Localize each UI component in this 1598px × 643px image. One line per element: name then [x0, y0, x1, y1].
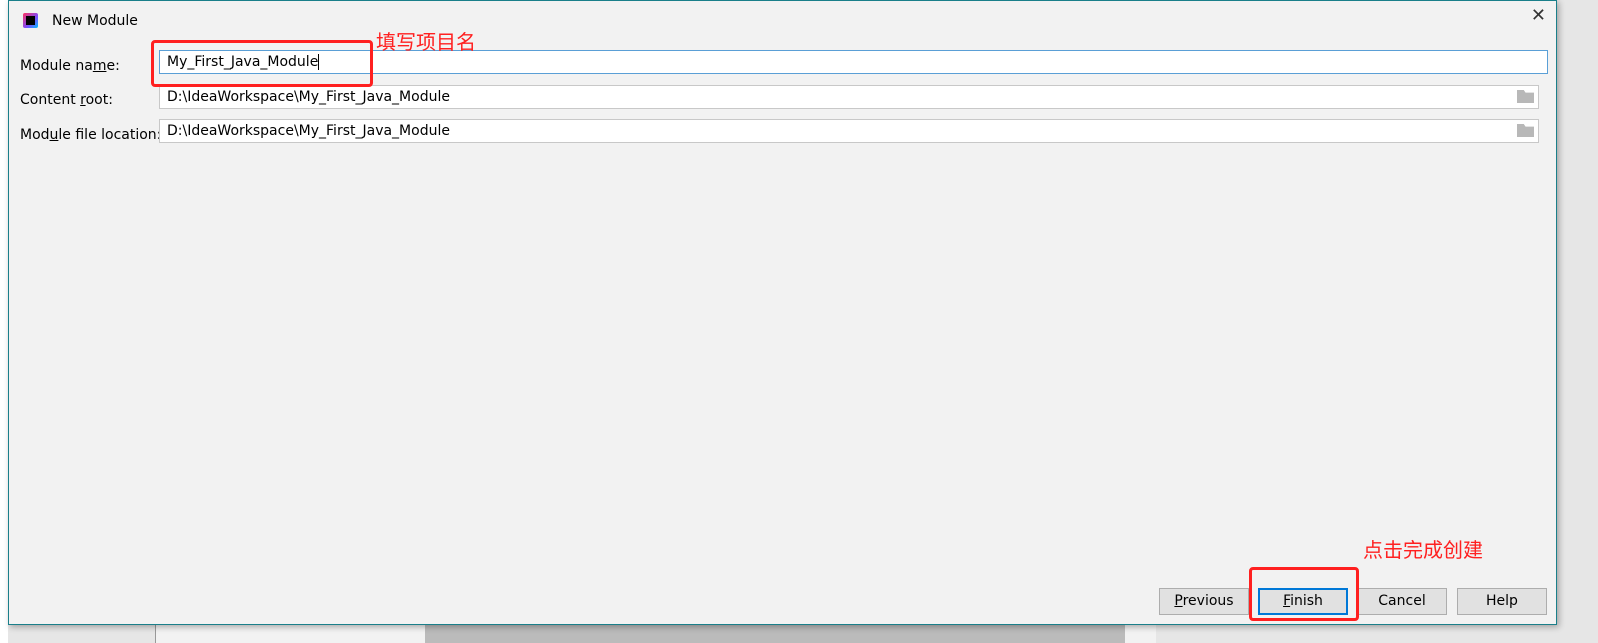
annotation-finish-hint: 点击完成创建 [1363, 538, 1483, 562]
module-file-location-label: Module file location: [20, 127, 162, 143]
dialog-title: New Module [52, 13, 138, 29]
annotation-name-hint: 填写项目名 [376, 30, 476, 54]
annotation-box-module-name [151, 40, 373, 87]
annotation-box-finish [1249, 567, 1359, 621]
close-icon[interactable]: ✕ [1531, 5, 1546, 26]
module-file-location-input[interactable]: D:\IdeaWorkspace\My_First_Java_Module [159, 119, 1539, 143]
folder-icon[interactable] [1517, 90, 1534, 103]
content-root-label: Content root: [20, 92, 113, 108]
background-scrollbar [425, 624, 1125, 643]
module-name-label: Module name: [20, 58, 120, 74]
folder-icon[interactable] [1517, 124, 1534, 137]
background-window [0, 0, 8, 643]
content-root-input[interactable]: D:\IdeaWorkspace\My_First_Java_Module [159, 85, 1539, 109]
help-button[interactable]: Help [1457, 588, 1547, 615]
previous-button[interactable]: Previous [1159, 588, 1249, 615]
intellij-idea-icon [23, 13, 38, 28]
cancel-button[interactable]: Cancel [1357, 588, 1447, 615]
new-module-dialog: New Module ✕ Module name: My_First_Java_… [8, 0, 1557, 625]
